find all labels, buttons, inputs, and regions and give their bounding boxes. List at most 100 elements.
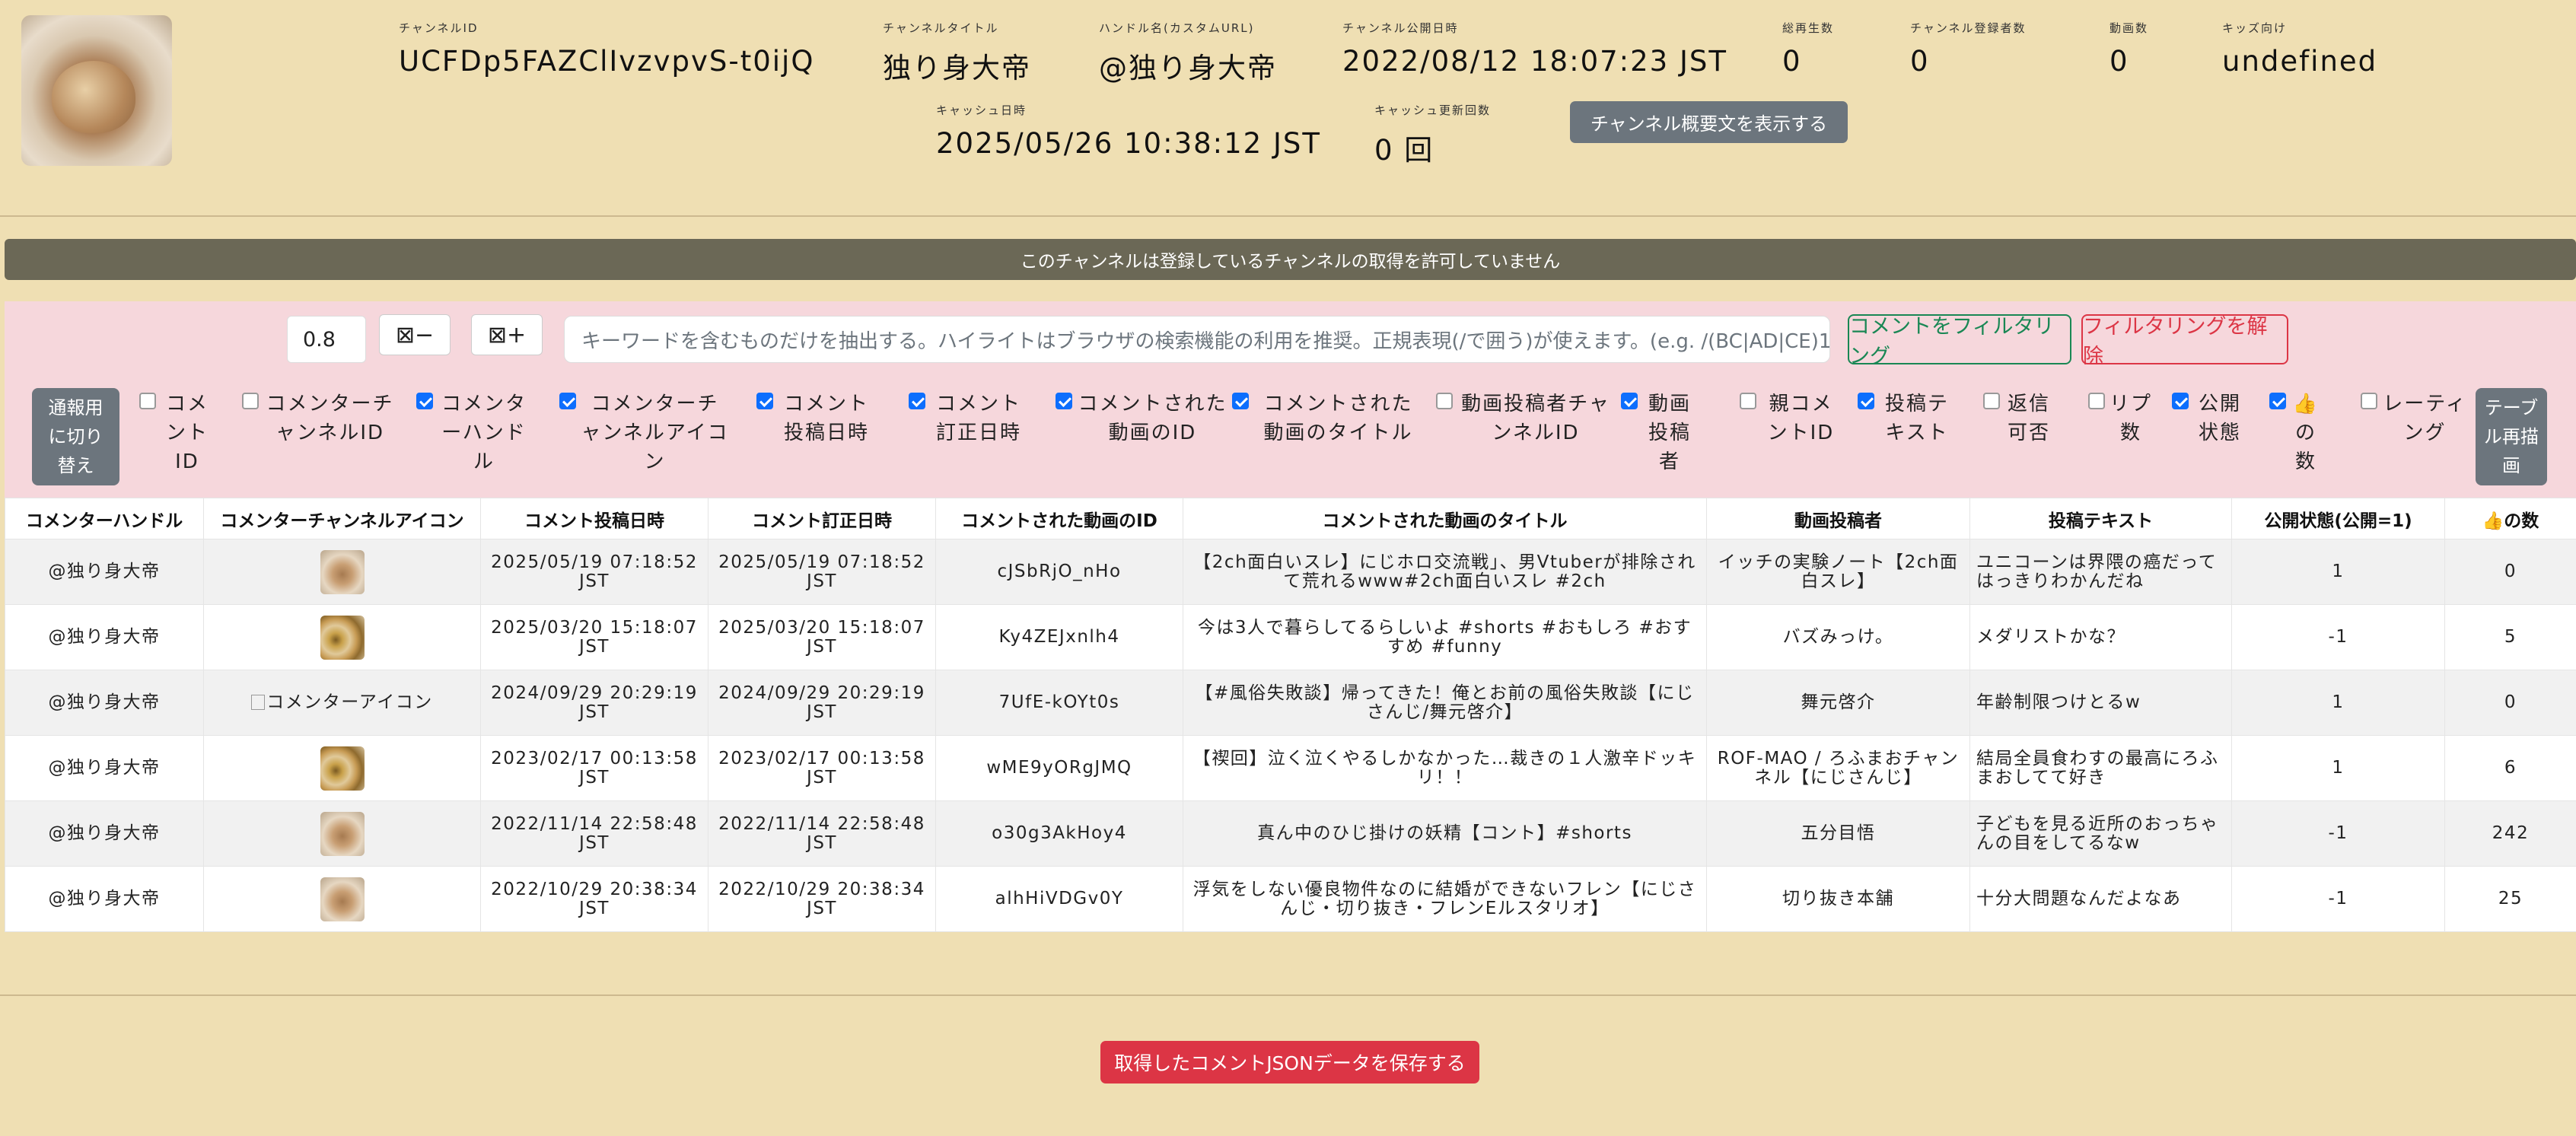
clear-filter-button[interactable]: フィルタリングを解除 xyxy=(2081,314,2288,368)
keyword-input[interactable]: キーワードを含むものだけを抽出する。ハイライトはブラウザの検索機能の利用を推奨。… xyxy=(564,316,1830,363)
zoom-value-input[interactable]: 0.8 xyxy=(287,316,366,363)
checkbox[interactable] xyxy=(1232,393,1249,409)
column-header[interactable]: コメンターチャンネルアイコン xyxy=(203,498,481,539)
cell-handle: @独り身大帝 xyxy=(5,800,204,867)
column-header[interactable]: 動画投稿者 xyxy=(1706,498,1970,539)
checkbox[interactable] xyxy=(416,393,433,409)
cell-edited: 2022/11/14 22:58:48 JST xyxy=(708,800,936,867)
column-toggle-13[interactable]: リプ数 xyxy=(2088,390,2152,447)
cell-posted: 2025/03/20 15:18:07 JST xyxy=(480,604,708,670)
checkbox[interactable] xyxy=(756,393,773,409)
checkbox[interactable] xyxy=(1056,393,1072,409)
column-header[interactable]: コメントされた動画のタイトル xyxy=(1183,498,1707,539)
checkbox[interactable] xyxy=(2269,393,2286,409)
cell-edited: 2023/02/17 00:13:58 JST xyxy=(708,735,936,801)
report-mode-toggle-button[interactable]: 通報用に切り替え xyxy=(32,388,119,485)
checkbox[interactable] xyxy=(1621,393,1638,409)
video-count-value: 0 xyxy=(2110,45,2129,78)
column-header[interactable]: 👍の数 xyxy=(2444,498,2576,539)
column-toggle-4[interactable]: コメント投稿日時 xyxy=(756,390,875,447)
cell-video-id: Ky4ZEJxnlh4 xyxy=(935,604,1183,670)
checkbox[interactable] xyxy=(2361,393,2377,409)
checkbox[interactable] xyxy=(2088,393,2105,409)
column-header[interactable]: コメントされた動画のID xyxy=(935,498,1183,539)
column-toggle-label: コメント投稿日時 xyxy=(783,393,869,444)
column-toggle-12[interactable]: 返信可否 xyxy=(1983,390,2053,447)
channel-avatar xyxy=(21,15,172,166)
column-header[interactable]: コメント訂正日時 xyxy=(708,498,936,539)
redraw-table-button[interactable]: テーブル再描画 xyxy=(2476,388,2547,485)
column-toggle-8[interactable]: 動画投稿者チャンネルID xyxy=(1436,390,1614,447)
column-toggle-2[interactable]: コメンターハンドル xyxy=(416,390,530,476)
zoom-in-button[interactable]: ⊠+ xyxy=(471,314,543,355)
cell-text: 結局全員食わすの最高にろふまおしてて好き xyxy=(1969,735,2232,801)
commenter-icon-broken: コメンターアイコン xyxy=(251,692,432,712)
cell-handle: @独り身大帝 xyxy=(5,735,204,801)
column-header[interactable]: 投稿テキスト xyxy=(1969,498,2232,539)
column-toggle-0[interactable]: コメントID xyxy=(139,390,214,476)
checkbox[interactable] xyxy=(1858,393,1874,409)
video-count-block: 動画数 0 xyxy=(2110,20,2148,78)
cell-status: -1 xyxy=(2231,604,2445,670)
column-toggle-label: コメントID xyxy=(165,393,209,473)
column-toggle-9[interactable]: 動画投稿者 xyxy=(1621,390,1697,476)
table-row: @独り身大帝 コメンターアイコン 2024/09/29 20:29:19 JST 20… xyxy=(5,670,2576,736)
cell-status: 1 xyxy=(2231,539,2445,605)
column-toggle-6[interactable]: コメントされた動画のID xyxy=(1056,390,1228,447)
checkbox[interactable] xyxy=(1436,393,1453,409)
handle-value: @独り身大帝 xyxy=(1099,52,1277,84)
checkbox[interactable] xyxy=(1983,393,2000,409)
column-toggle-7[interactable]: コメントされた動画のタイトル xyxy=(1232,390,1423,447)
show-summary-button[interactable]: チャンネル概要文を表示する xyxy=(1570,101,1848,143)
checkbox[interactable] xyxy=(1740,393,1756,409)
zoom-out-button[interactable]: ⊠− xyxy=(379,314,451,355)
channel-id-label: チャンネルID xyxy=(399,21,479,35)
cache-date-value: 2025/05/26 10:38:12 JST xyxy=(936,127,1321,160)
total-views-label: 総再生数 xyxy=(1782,21,1835,35)
channel-title-value: 独り身大帝 xyxy=(883,52,1031,84)
cell-text: ユニコーンは界隈の癌だってはっきりわかんだね xyxy=(1969,539,2232,605)
table-row: @独り身大帝 2022/10/29 20:38:34 JST 2022/10/29 … xyxy=(5,866,2576,932)
cell-likes: 0 xyxy=(2444,670,2576,736)
cell-icon xyxy=(203,800,481,867)
column-toggle-3[interactable]: コメンターチャンネルアイコン xyxy=(559,390,729,476)
column-toggle-14[interactable]: 公開状態 xyxy=(2172,390,2246,447)
checkbox[interactable] xyxy=(2172,393,2189,409)
total-views-block: 総再生数 0 xyxy=(1782,20,1834,78)
cell-uploader: 舞元啓介 xyxy=(1706,670,1970,736)
checkbox[interactable] xyxy=(559,393,576,409)
cell-icon xyxy=(203,866,481,932)
checkbox[interactable] xyxy=(139,393,156,409)
cache-date-block: キャッシュ日時 2025/05/26 10:38:12 JST xyxy=(936,102,1321,160)
divider xyxy=(0,215,2576,217)
published-value: 2022/08/12 18:07:23 JST xyxy=(1342,45,1727,78)
column-toggle-label: リプ数 xyxy=(2110,393,2153,444)
column-toggle-5[interactable]: コメント訂正日時 xyxy=(909,390,1027,447)
cell-status: -1 xyxy=(2231,866,2445,932)
checkbox[interactable] xyxy=(909,393,925,409)
cache-updates-block: キャッシュ更新回数 0 回 xyxy=(1374,102,1491,168)
subscribers-value: 0 xyxy=(1910,45,1930,78)
column-header[interactable]: 公開状態(公開=1) xyxy=(2231,498,2445,539)
checkbox[interactable] xyxy=(242,393,259,409)
total-views-value: 0 xyxy=(1782,45,1802,78)
save-json-button[interactable]: 取得したコメントJSONデータを保存する xyxy=(1100,1041,1479,1083)
column-header[interactable]: コメント投稿日時 xyxy=(480,498,708,539)
column-toggle-label: 公開状態 xyxy=(2198,393,2241,444)
cell-text: 十分大問題なんだよなあ xyxy=(1969,866,2232,932)
column-header[interactable]: コメンターハンドル xyxy=(5,498,204,539)
apply-filter-button[interactable]: コメントをフィルタリング xyxy=(1848,314,2071,368)
cell-likes: 5 xyxy=(2444,604,2576,670)
hamster-image xyxy=(52,61,135,133)
column-toggle-10[interactable]: 親コメントID xyxy=(1740,390,1841,447)
column-toggle-16[interactable]: レーティング xyxy=(2361,390,2468,447)
column-toggle-label: 投稿テキスト xyxy=(1884,393,1949,444)
column-toggle-11[interactable]: 投稿テキスト xyxy=(1858,390,1955,447)
column-toggle-15[interactable]: 👍の数 xyxy=(2269,390,2321,476)
column-toggle-label: 動画投稿者チャンネルID xyxy=(1461,393,1610,444)
column-toggle-1[interactable]: コメンターチャンネルID xyxy=(242,390,396,447)
cell-video-id: o30g3AkHoy4 xyxy=(935,800,1183,867)
column-toggle-label: 親コメントID xyxy=(1767,393,1835,444)
cell-status: 1 xyxy=(2231,735,2445,801)
table-body: @独り身大帝 2025/05/19 07:18:52 JST 2025/05/19 … xyxy=(5,539,2576,932)
